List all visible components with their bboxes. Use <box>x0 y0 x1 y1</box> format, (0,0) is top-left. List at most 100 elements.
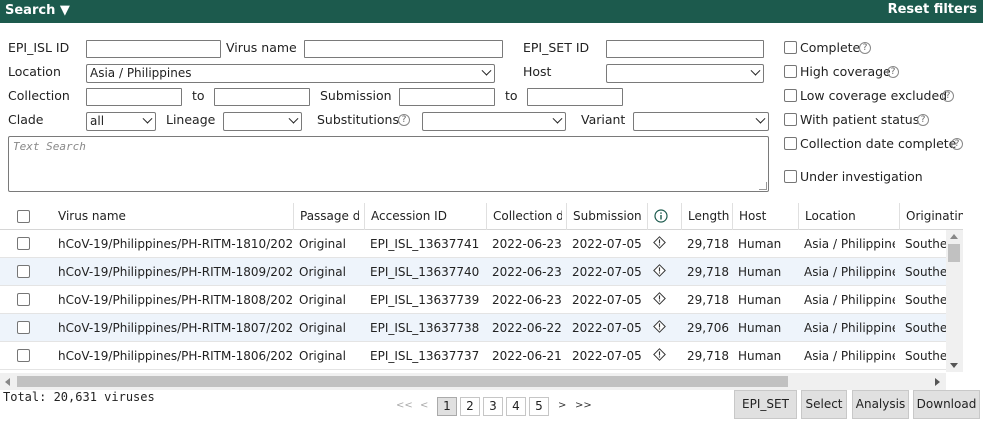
submission-to-input[interactable] <box>527 88 623 106</box>
submission-date-cell: 2022-07-05 <box>572 265 642 279</box>
row-checkbox[interactable] <box>17 293 30 306</box>
question-circle-icon[interactable]: ? <box>917 114 929 126</box>
virus-name-cell: hCoV-19/Philippines/PH-RITM-1807/2022 <box>58 321 293 335</box>
resize-grip-icon[interactable] <box>759 182 767 190</box>
location-select[interactable]: Asia / Philippines <box>86 64 495 83</box>
table-row[interactable]: hCoV-19/Philippines/PH-RITM-1806/2022 Ori… <box>0 342 946 370</box>
submission-from-input[interactable] <box>399 88 495 106</box>
option-label: Collection date complete <box>800 136 957 151</box>
col-submission-date[interactable]: Submission Date <box>566 203 644 230</box>
accession-id-cell: EPI_ISL_13637737 <box>370 349 480 363</box>
table-row[interactable]: hCoV-19/Philippines/PH-RITM-1808/2022 Ori… <box>0 286 946 314</box>
warning-diamond-icon[interactable] <box>653 320 666 333</box>
clade-select[interactable]: all <box>86 112 156 131</box>
option-checkbox[interactable] <box>784 137 797 150</box>
page-3-button[interactable]: 3 <box>483 397 503 416</box>
location-cell: Asia / Philippines <box>804 293 895 307</box>
scroll-right-arrow-icon[interactable] <box>935 378 940 386</box>
warning-diamond-icon[interactable] <box>653 264 666 277</box>
select-all-checkbox[interactable] <box>17 210 30 223</box>
page-1-button[interactable]: 1 <box>437 397 457 416</box>
question-circle-icon[interactable]: ? <box>942 90 954 102</box>
row-checkbox[interactable] <box>17 321 30 334</box>
row-checkbox[interactable] <box>17 265 30 278</box>
scroll-up-arrow-icon[interactable] <box>950 234 958 239</box>
chevron-down-icon <box>552 113 563 124</box>
search-toggle[interactable]: Search ▼ <box>5 3 70 18</box>
reset-filters-link[interactable]: Reset filters <box>888 2 977 17</box>
originating-lab-cell: Southern <box>905 321 946 335</box>
col-location[interactable]: Location <box>798 203 895 230</box>
submission-to-label: to <box>505 88 518 103</box>
substitutions-select[interactable] <box>422 112 566 131</box>
originating-lab-cell: Southern <box>905 265 946 279</box>
table-row[interactable]: hCoV-19/Philippines/PH-RITM-1810/2022 Ori… <box>0 230 946 258</box>
col-virus-name[interactable]: Virus name <box>52 203 293 230</box>
page-4-button[interactable]: 4 <box>506 397 526 416</box>
last-page-link[interactable]: >> <box>575 400 592 411</box>
option-checkbox[interactable] <box>784 65 797 78</box>
option-checkbox[interactable] <box>784 170 797 183</box>
table-row[interactable]: hCoV-19/Philippines/PH-RITM-1807/2022 Ori… <box>0 314 946 342</box>
table-row[interactable]: hCoV-19/Philippines/PH-RITM-1809/2022 Ori… <box>0 258 946 286</box>
analysis-button[interactable]: Analysis <box>852 390 909 419</box>
page-2-button[interactable]: 2 <box>460 397 480 416</box>
col-originating-lab[interactable]: Originating lab <box>899 203 963 230</box>
col-host[interactable]: Host <box>732 203 798 230</box>
vertical-scrollbar[interactable] <box>946 230 963 372</box>
first-page-link[interactable]: << <box>396 400 413 411</box>
scroll-left-arrow-icon[interactable] <box>5 378 10 386</box>
page-5-button[interactable]: 5 <box>529 397 549 416</box>
question-circle-icon[interactable]: ? <box>951 138 963 150</box>
epi-set-button[interactable]: EPI_SET <box>734 390 797 419</box>
host-select[interactable] <box>606 64 764 83</box>
submission-date-cell: 2022-07-05 <box>572 293 642 307</box>
warning-diamond-icon[interactable] <box>653 348 666 361</box>
collection-to-label: to <box>192 88 205 103</box>
text-search-area[interactable]: Text Search <box>8 136 769 192</box>
host-cell: Human <box>738 265 782 279</box>
length-cell: 29,718 <box>687 349 729 363</box>
warning-diamond-icon[interactable] <box>653 236 666 249</box>
option-checkbox[interactable] <box>784 41 797 54</box>
question-circle-icon[interactable]: ? <box>398 114 410 126</box>
next-page-link[interactable]: > <box>558 400 566 411</box>
passage-cell: Original <box>299 265 346 279</box>
passage-cell: Original <box>299 349 346 363</box>
variant-select[interactable] <box>633 112 769 131</box>
col-passage[interactable]: Passage details/history <box>293 203 359 230</box>
horizontal-scrollbar[interactable] <box>0 373 946 390</box>
option-label: Low coverage excluded <box>800 88 948 103</box>
row-checkbox[interactable] <box>17 237 30 250</box>
option-checkbox[interactable] <box>784 113 797 126</box>
collection-to-input[interactable] <box>214 88 310 106</box>
collection-from-input[interactable] <box>86 88 182 106</box>
row-checkbox[interactable] <box>17 349 30 362</box>
lineage-select[interactable] <box>223 112 302 131</box>
col-info[interactable] <box>647 203 681 230</box>
warning-diamond-icon[interactable] <box>653 292 666 305</box>
scroll-down-arrow-icon[interactable] <box>950 363 958 368</box>
col-length[interactable]: Length <box>681 203 732 230</box>
download-button[interactable]: Download <box>913 390 980 419</box>
vertical-scroll-thumb[interactable] <box>948 244 960 262</box>
table-header: Virus name Passage details/history Acces… <box>0 203 963 230</box>
epi-set-input[interactable] <box>606 40 764 58</box>
col-accession[interactable]: Accession ID <box>364 203 486 230</box>
col-collection-date[interactable]: Collection date <box>486 203 562 230</box>
horizontal-scroll-thumb[interactable] <box>17 376 788 387</box>
prev-page-link[interactable]: < <box>420 400 428 411</box>
search-header-bar: Search ▼ Reset filters <box>0 0 983 23</box>
virus-name-input[interactable] <box>304 40 503 58</box>
substitutions-label: Substitutions <box>317 112 399 127</box>
epi-isl-input[interactable] <box>86 40 221 58</box>
chevron-down-icon <box>481 65 492 76</box>
originating-lab-cell: Southern <box>905 349 946 363</box>
question-circle-icon[interactable]: ? <box>859 42 871 54</box>
option-checkbox[interactable] <box>784 89 797 102</box>
question-circle-icon[interactable]: ? <box>887 66 899 78</box>
host-label: Host <box>523 64 552 79</box>
location-cell: Asia / Philippines <box>804 321 895 335</box>
select-button[interactable]: Select <box>801 390 847 419</box>
option-label: Under investigation <box>800 169 923 184</box>
